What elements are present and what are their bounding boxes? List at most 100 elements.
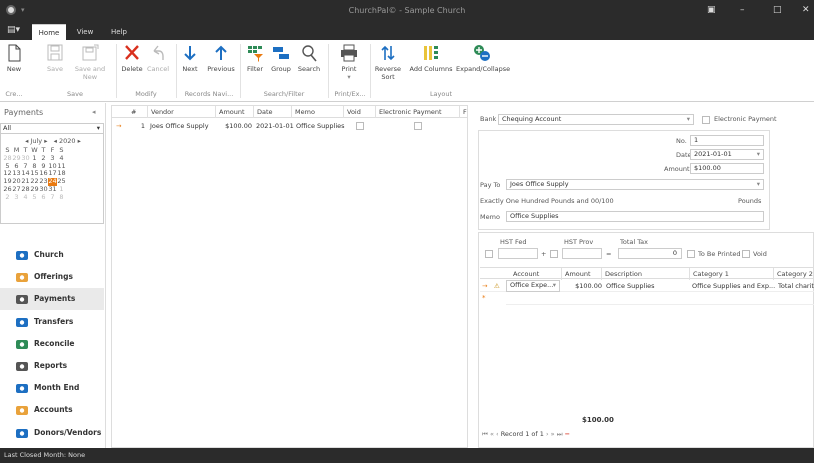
tab-help[interactable]: Help bbox=[106, 24, 132, 40]
hst-fed-field[interactable] bbox=[498, 248, 538, 259]
prev-record-icon[interactable]: ‹ bbox=[496, 430, 499, 438]
print-button[interactable]: Print ▾ bbox=[336, 44, 362, 81]
close-button[interactable]: ✕ bbox=[802, 5, 810, 15]
chevron-down-icon[interactable]: ▾ bbox=[757, 180, 760, 189]
cancel-button[interactable]: Cancel bbox=[146, 44, 170, 73]
minimize-button[interactable]: – bbox=[740, 5, 745, 15]
next-record-icon[interactable]: › bbox=[546, 430, 549, 438]
search-button[interactable]: Search bbox=[296, 44, 322, 73]
collapse-pane-icon[interactable]: ◂ bbox=[92, 108, 96, 116]
bank-select[interactable]: Chequing Account ▾ bbox=[498, 114, 694, 125]
table-row[interactable]: → ⚠ Office Expe... ▾ $100.00 Office Supp… bbox=[480, 280, 814, 292]
col-header-account[interactable]: Account bbox=[510, 268, 562, 280]
sidebar-item-month-end[interactable]: Month End bbox=[0, 377, 104, 399]
void-checkbox[interactable] bbox=[742, 250, 750, 258]
filter-button[interactable]: Filter bbox=[244, 44, 266, 73]
col-header-description[interactable]: Description bbox=[602, 268, 690, 280]
calendar-day[interactable]: 6 bbox=[39, 193, 48, 202]
window-title: ChurchPal© - Sample Church bbox=[348, 6, 466, 15]
next-button[interactable]: Next bbox=[180, 44, 200, 73]
memo-field[interactable]: Office Supplies bbox=[506, 211, 764, 222]
amount-field[interactable]: $100.00 bbox=[690, 163, 764, 174]
calendar-day[interactable]: 2 bbox=[3, 193, 12, 202]
col-header-f[interactable]: F bbox=[460, 106, 468, 118]
search-label: Search bbox=[297, 65, 321, 73]
pay-to-select[interactable]: Joes Office Supply ▾ bbox=[506, 179, 764, 190]
delete-record-icon[interactable]: − bbox=[565, 430, 570, 438]
split-frame bbox=[478, 232, 814, 448]
prev-year-icon[interactable]: ◂ bbox=[54, 137, 57, 145]
next-page-icon[interactable]: » bbox=[551, 430, 555, 438]
col-header-void[interactable]: Void bbox=[344, 106, 376, 118]
filter-select[interactable]: All ▾ bbox=[0, 123, 104, 134]
next-year-icon[interactable]: ▸ bbox=[78, 137, 81, 145]
tab-home[interactable]: Home bbox=[32, 24, 66, 40]
calendar-day[interactable]: 4 bbox=[21, 193, 30, 202]
col-header-category1[interactable]: Category 1 bbox=[690, 268, 774, 280]
menu-icon[interactable]: ▤▾ bbox=[7, 25, 20, 35]
col-header-split-amount[interactable]: Amount bbox=[562, 268, 602, 280]
calendar-day[interactable]: 5 bbox=[30, 193, 39, 202]
chevron-down-icon[interactable]: ▾ bbox=[97, 124, 100, 133]
calendar-day[interactable]: 7 bbox=[48, 193, 57, 202]
expand-collapse-icon bbox=[474, 45, 490, 61]
previous-button[interactable]: Previous bbox=[206, 44, 236, 73]
tab-view[interactable]: View bbox=[68, 24, 102, 40]
hst-fed-checkbox[interactable] bbox=[485, 250, 493, 258]
void-checkbox[interactable] bbox=[356, 122, 364, 130]
sidebar-item-offerings[interactable]: Offerings bbox=[0, 266, 104, 288]
print-dropdown-icon[interactable]: ▾ bbox=[336, 73, 362, 81]
hst-prov-field[interactable] bbox=[562, 248, 602, 259]
col-header-num[interactable]: # bbox=[128, 106, 148, 118]
sidebar-item-accounts[interactable]: Accounts bbox=[0, 399, 104, 421]
hst-prov-checkbox[interactable] bbox=[550, 250, 558, 258]
to-be-printed-checkbox[interactable] bbox=[687, 250, 695, 258]
sidebar-item-payments[interactable]: Payments bbox=[0, 288, 104, 311]
calendar-day[interactable]: 8 bbox=[57, 193, 66, 202]
delete-button[interactable]: Delete bbox=[120, 44, 144, 73]
undo-icon bbox=[153, 45, 164, 60]
date-field[interactable]: 2021-01-01 ▾ bbox=[690, 149, 764, 160]
table-row[interactable]: 1 Joes Office Supply $100.00 2021-01-01 … bbox=[128, 119, 467, 133]
sidebar-item-transfers[interactable]: Transfers bbox=[0, 311, 104, 333]
new-row-indicator[interactable]: * bbox=[482, 294, 486, 302]
electronic-payment-checkbox[interactable] bbox=[414, 122, 422, 130]
col-header-vendor[interactable]: Vendor bbox=[148, 106, 216, 118]
total-tax-field[interactable]: 0 bbox=[618, 248, 682, 259]
reverse-sort-button[interactable]: Reverse Sort bbox=[374, 44, 402, 81]
cheque-no-field[interactable]: 1 bbox=[690, 135, 764, 146]
electronic-payment-checkbox[interactable] bbox=[702, 116, 710, 124]
account-select[interactable]: Office Expe... ▾ bbox=[506, 280, 560, 292]
restore-icon[interactable]: ▣ bbox=[707, 5, 716, 15]
prev-month-icon[interactable]: ◂ bbox=[25, 137, 28, 145]
chevron-down-icon[interactable]: ▾ bbox=[757, 150, 760, 159]
new-button[interactable]: New bbox=[4, 44, 24, 73]
navigation-pane: Payments ◂ All ▾ ◂ July ▸ ◂ 2020 ▸ SMTWT… bbox=[0, 103, 106, 448]
calendar-day[interactable]: 3 bbox=[12, 193, 21, 202]
sidebar-item-reports[interactable]: Reports bbox=[0, 355, 104, 377]
maximize-button[interactable]: □ bbox=[773, 5, 782, 15]
col-header-electronic-payment[interactable]: Electronic Payment bbox=[376, 106, 460, 118]
first-record-icon[interactable]: ⏮ bbox=[482, 430, 488, 438]
new-row[interactable] bbox=[506, 293, 814, 305]
save-button[interactable]: Save bbox=[40, 44, 70, 73]
col-header-category2[interactable]: Category 2 bbox=[774, 268, 814, 280]
add-columns-button[interactable]: Add Columns bbox=[408, 44, 454, 73]
sidebar-item-donors-vendors[interactable]: Donors/Vendors bbox=[0, 422, 104, 444]
sidebar-item-reconcile[interactable]: Reconcile bbox=[0, 333, 104, 355]
chevron-down-icon[interactable]: ▾ bbox=[553, 281, 556, 290]
chevron-down-icon[interactable]: ▾ bbox=[687, 115, 690, 124]
prev-page-icon[interactable]: « bbox=[490, 430, 494, 438]
col-header-memo[interactable]: Memo bbox=[292, 106, 344, 118]
previous-label: Previous bbox=[207, 65, 235, 73]
cell-split-amount: $100.00 bbox=[575, 282, 602, 290]
calendar-year: 2020 bbox=[59, 137, 76, 145]
save-and-new-button[interactable]: Save and New bbox=[68, 44, 112, 81]
sidebar-item-church[interactable]: Church bbox=[0, 244, 104, 266]
next-month-icon[interactable]: ▸ bbox=[44, 137, 47, 145]
col-header-date[interactable]: Date bbox=[254, 106, 292, 118]
last-record-icon[interactable]: ⏭ bbox=[557, 430, 563, 438]
col-header-amount[interactable]: Amount bbox=[216, 106, 254, 118]
group-button[interactable]: Group bbox=[270, 44, 292, 73]
expand-collapse-button[interactable]: Expand/Collapse bbox=[456, 44, 510, 73]
